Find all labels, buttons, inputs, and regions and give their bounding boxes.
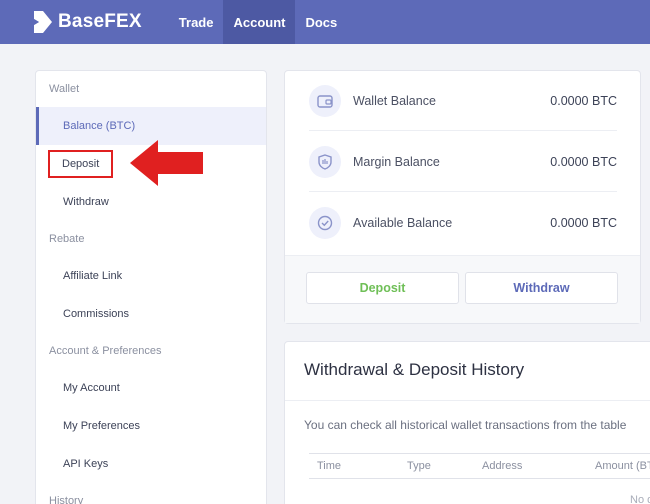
column-type[interactable]: Type: [407, 460, 431, 472]
sidebar-heading-rebate: Rebate: [49, 233, 85, 245]
column-address[interactable]: Address: [482, 460, 522, 472]
sidebar-item-affiliate-link[interactable]: Affiliate Link: [36, 257, 266, 295]
balance-actions: Deposit Withdraw: [285, 255, 640, 323]
column-amount[interactable]: Amount (BT: [595, 460, 650, 472]
margin-balance-value: 0.0000 BTC: [550, 154, 617, 169]
nav-trade[interactable]: Trade: [169, 0, 224, 44]
history-table-header: Time Type Address Amount (BT: [309, 453, 650, 479]
margin-balance-label: Margin Balance: [353, 154, 440, 169]
main-nav: Trade Account Docs: [169, 0, 347, 44]
check-circle-icon: [309, 207, 341, 239]
sidebar-item-api-keys[interactable]: API Keys: [36, 445, 266, 483]
basefex-logo-icon: [34, 11, 52, 33]
account-sidebar: Wallet Balance (BTC) Deposit Withdraw Re…: [35, 70, 267, 504]
sidebar-item-deposit-label: Deposit: [48, 150, 114, 178]
annotation-arrow-icon: [130, 140, 203, 186]
margin-shield-icon: [309, 145, 341, 178]
column-time[interactable]: Time: [317, 460, 341, 472]
withdraw-button[interactable]: Withdraw: [465, 272, 618, 304]
deposit-button[interactable]: Deposit: [306, 272, 459, 304]
sidebar-heading-wallet: Wallet: [49, 83, 80, 95]
available-balance-label: Available Balance: [353, 216, 453, 230]
nav-docs[interactable]: Docs: [295, 0, 347, 44]
margin-balance-row: Margin Balance 0.0000 BTC: [309, 132, 617, 192]
wallet-icon: [309, 84, 341, 117]
sidebar-heading-account-preferences: Account & Preferences: [49, 345, 162, 357]
history-empty-text: No d: [630, 494, 650, 504]
available-balance-row: Available Balance 0.0000 BTC: [309, 193, 617, 253]
history-description: You can check all historical wallet tran…: [304, 418, 627, 432]
sidebar-item-withdraw[interactable]: Withdraw: [36, 183, 266, 221]
history-card: Withdrawal & Deposit History You can che…: [284, 341, 650, 504]
brand-name: BaseFEX: [58, 11, 142, 32]
sidebar-item-my-preferences[interactable]: My Preferences: [36, 407, 266, 445]
top-navbar: BaseFEX Trade Account Docs: [0, 0, 650, 44]
history-title: Withdrawal & Deposit History: [304, 360, 525, 379]
balance-card: Wallet Balance 0.0000 BTC Margin Balance…: [284, 70, 641, 324]
sidebar-item-commissions[interactable]: Commissions: [36, 295, 266, 333]
history-divider: [285, 400, 650, 401]
wallet-balance-value: 0.0000 BTC: [550, 93, 617, 108]
wallet-balance-row: Wallet Balance 0.0000 BTC: [309, 71, 617, 131]
sidebar-item-my-account[interactable]: My Account: [36, 369, 266, 407]
brand-logo[interactable]: BaseFEX: [34, 0, 142, 44]
sidebar-heading-history: History: [49, 495, 84, 504]
nav-account[interactable]: Account: [223, 0, 296, 44]
wallet-balance-label: Wallet Balance: [353, 93, 436, 108]
available-balance-value: 0.0000 BTC: [550, 216, 617, 230]
